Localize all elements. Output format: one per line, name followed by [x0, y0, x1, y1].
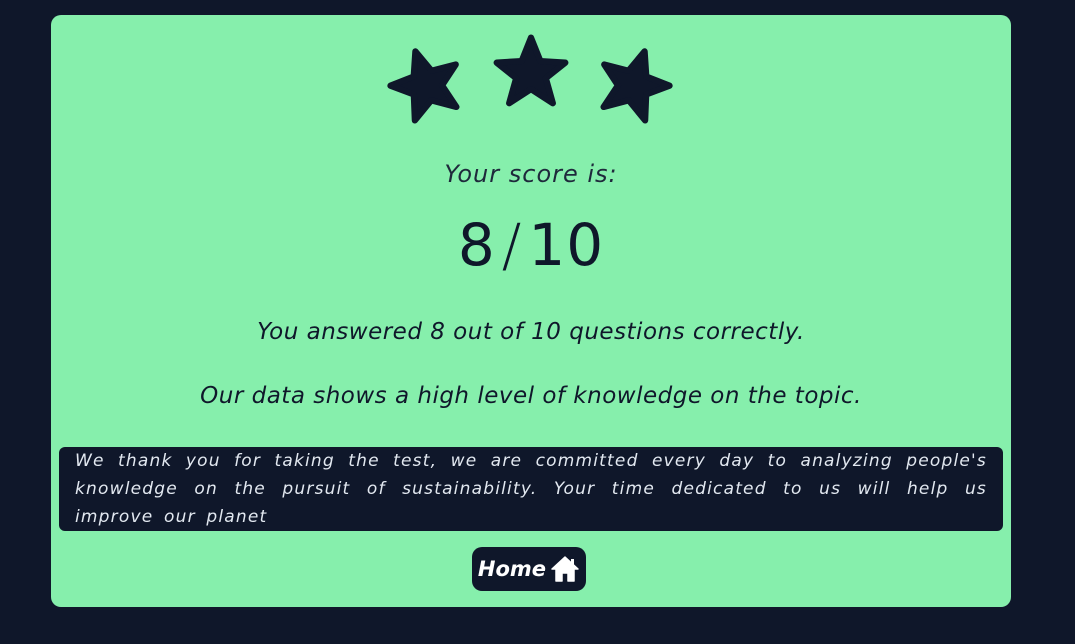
- thanks-text: We thank you for taking the test, we are…: [75, 451, 987, 527]
- score-total: 10: [528, 211, 605, 279]
- star-icon: [377, 35, 475, 133]
- score-earned: 8: [457, 211, 496, 279]
- home-button[interactable]: Home: [472, 547, 586, 591]
- score-label: Your score is:: [444, 160, 618, 188]
- thanks-message: We thank you for taking the test, we are…: [59, 447, 1003, 531]
- star-icon: [492, 33, 570, 111]
- score-separator: /: [501, 211, 523, 279]
- home-icon: [550, 555, 580, 583]
- score-value: 8/10: [51, 211, 1011, 279]
- answered-text: You answered 8 out of 10 questions corre…: [257, 319, 805, 345]
- star-rating: [51, 15, 1011, 145]
- home-button-label: Home: [477, 557, 547, 581]
- knowledge-text: Our data shows a high level of knowledge…: [200, 383, 862, 409]
- result-card: Your score is: 8/10 You answered 8 out o…: [51, 15, 1011, 607]
- star-icon: [585, 35, 683, 133]
